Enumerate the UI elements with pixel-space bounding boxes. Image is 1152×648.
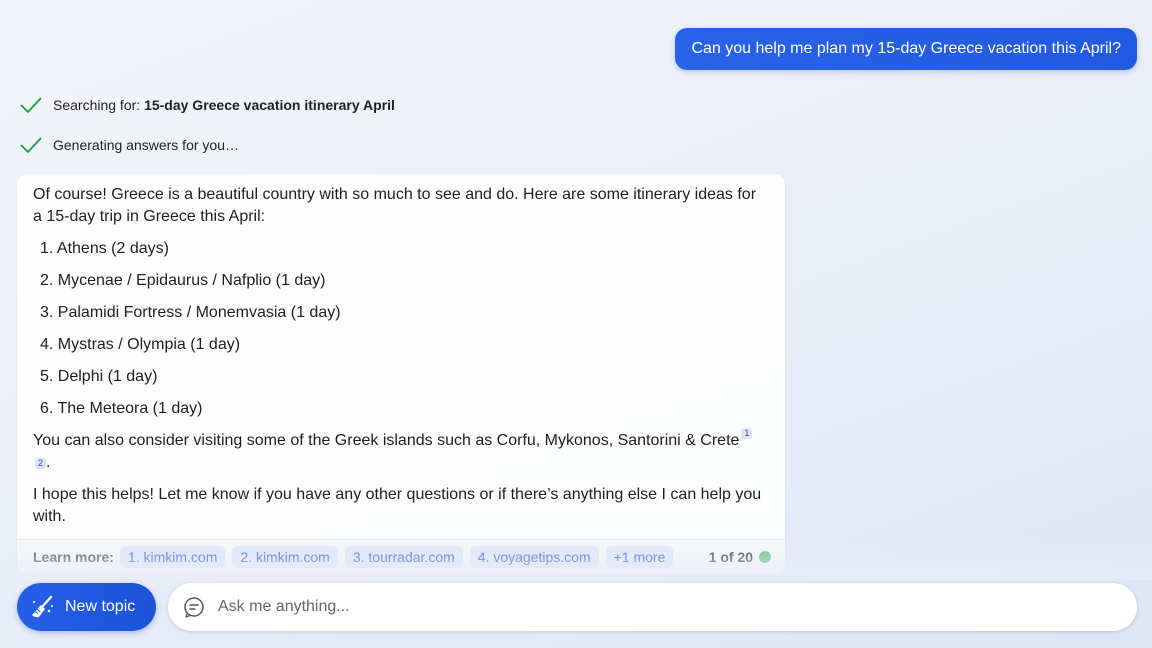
new-topic-label: New topic (65, 598, 136, 615)
search-status: Searching for: 15-day Greece vacation it… (20, 96, 395, 114)
answer-intro: Of course! Greece is a beautiful country… (33, 186, 757, 225)
itinerary-list: 1. Athens (2 days) 2. Mycenae / Epidauru… (33, 238, 769, 430)
source-link[interactable]: 2. kimkim.com (232, 546, 338, 568)
answer-closing: I hope this helps! Let me know if you ha… (33, 486, 762, 525)
check-icon (20, 97, 42, 114)
islands-end: . (46, 454, 51, 471)
learn-more-label: Learn more: (33, 549, 114, 565)
itinerary-item: 6. The Meteora (1 day) (40, 400, 203, 417)
itinerary-item: 2. Mycenae / Epidaurus / Nafplio (1 day) (40, 272, 326, 289)
ask-input[interactable] (216, 597, 1100, 617)
check-icon (20, 137, 42, 154)
answer-card: Of course! Greece is a beautiful country… (17, 174, 785, 574)
citation-1[interactable]: 1 (741, 428, 753, 439)
citation-2[interactable]: 2 (35, 458, 47, 470)
user-message-bubble: Can you help me plan my 15-day Greece va… (675, 28, 1137, 70)
islands-text: You can also consider visiting some of t… (33, 432, 740, 449)
source-link[interactable]: 4. voyagetips.com (469, 546, 599, 568)
broom-icon (32, 595, 53, 618)
status-dot-icon (759, 551, 771, 563)
answer-body: Of course! Greece is a beautiful country… (17, 174, 785, 528)
search-status-query: 15-day Greece vacation itinerary April (144, 97, 395, 113)
search-status-prefix: Searching for: (53, 97, 141, 113)
itinerary-item: 3. Palamidi Fortress / Monemvasia (1 day… (40, 304, 341, 321)
source-link[interactable]: 1. kimkim.com (119, 546, 226, 568)
itinerary-item: 4. Mystras / Olympia (1 day) (40, 336, 241, 353)
chat-bubble-icon (184, 597, 204, 618)
itinerary-item: 1. Athens (2 days) (40, 240, 169, 257)
generating-status: Generating answers for you… (20, 136, 239, 154)
source-link[interactable]: 3. tourradar.com (344, 546, 463, 568)
response-count: 1 of 20 (708, 549, 753, 565)
new-topic-button[interactable]: New topic (17, 583, 156, 631)
learn-more-bar: Learn more: 1. kimkim.com 2. kimkim.com … (17, 539, 785, 574)
generating-status-text: Generating answers for you… (53, 137, 239, 153)
itinerary-item: 5. Delphi (1 day) (40, 368, 158, 385)
islands-paragraph: You can also consider visiting some of t… (33, 428, 769, 474)
ask-input-container[interactable] (168, 583, 1137, 631)
more-sources-button[interactable]: +1 more (605, 546, 674, 568)
